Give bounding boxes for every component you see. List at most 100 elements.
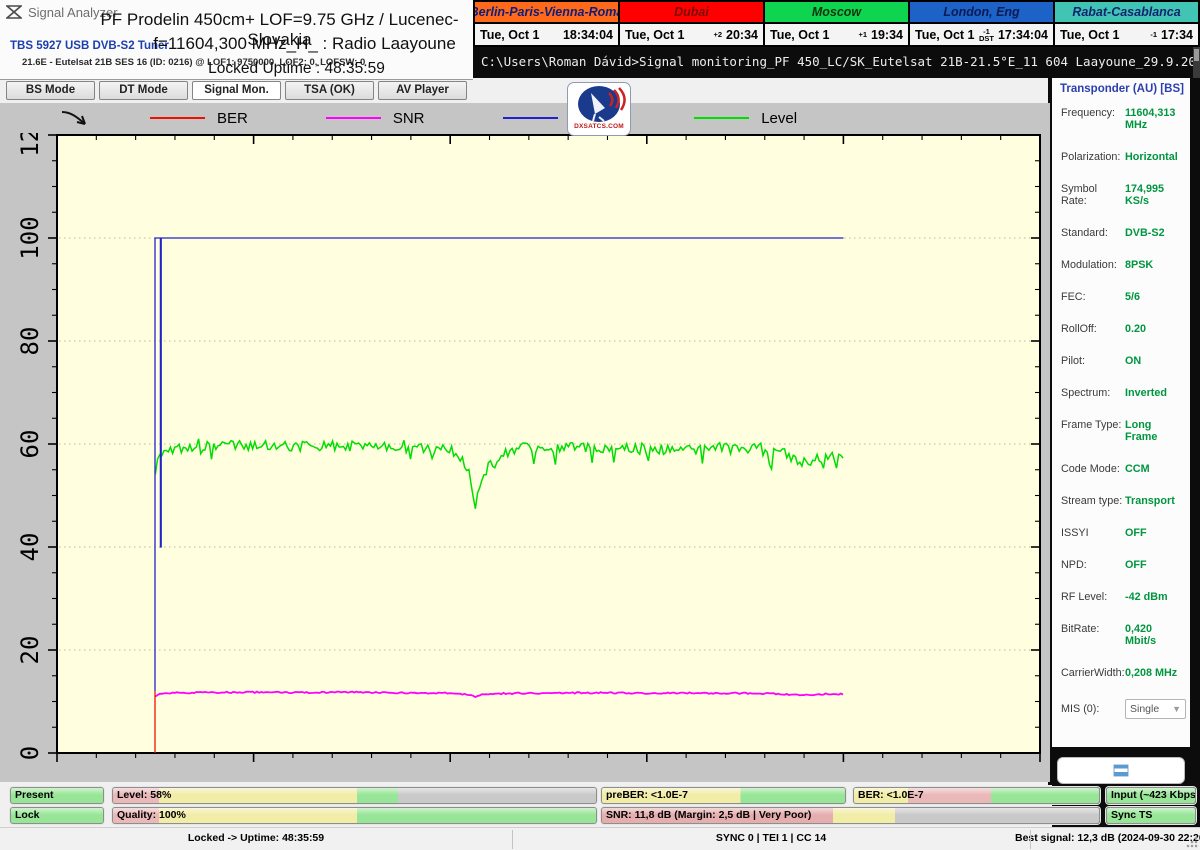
clock-date: Tue, Oct 1 bbox=[625, 28, 713, 42]
parameter-row: FEC: 5/6 bbox=[1052, 291, 1190, 303]
statusbar-divider bbox=[1030, 830, 1031, 849]
meter-label: Input (~423 Kbps) bbox=[1111, 788, 1196, 803]
parameter-row: Frame Type: Long Frame bbox=[1052, 419, 1190, 443]
parameter-value: 5/6 bbox=[1125, 291, 1140, 303]
clock-date: Tue, Oct 1 bbox=[915, 28, 979, 42]
parameter-row: Modulation: 8PSK bbox=[1052, 259, 1190, 271]
dxsatcs-logo: DXSATCS.COM bbox=[567, 82, 631, 136]
parameter-label: Standard: bbox=[1061, 227, 1125, 239]
mis-select[interactable]: Single ▼ bbox=[1125, 699, 1186, 719]
parameter-label: RF Level: bbox=[1061, 591, 1125, 603]
parameter-row: NPD: OFF bbox=[1052, 559, 1190, 571]
cmd-title-bar: C:\Users\Roman Dávid>Signal monitoring_P… bbox=[473, 47, 1200, 78]
parameter-row: CarrierWidth: 0,208 MHz bbox=[1052, 667, 1190, 679]
parameter-label: NPD: bbox=[1061, 559, 1125, 571]
parameter-value: DVB-S2 bbox=[1125, 227, 1165, 239]
present-meter: Present bbox=[10, 787, 104, 804]
legend-line-swatch bbox=[503, 117, 558, 119]
preber-meter: preBER: <1.0E-7 bbox=[601, 787, 846, 804]
parameter-value: -42 dBm bbox=[1125, 591, 1168, 603]
parameter-value: 0,208 MHz bbox=[1125, 667, 1177, 679]
clock-cell: Rabat-Casablanca Tue, Oct 1 -1 17:34 bbox=[1055, 2, 1198, 45]
sync-ts-meter: Sync TS bbox=[1106, 807, 1196, 824]
clock-city: Moscow bbox=[765, 2, 908, 24]
parameter-row: Spectrum: Inverted bbox=[1052, 387, 1190, 399]
clock-date: Tue, Oct 1 bbox=[1060, 28, 1150, 42]
svg-text:80: 80 bbox=[16, 327, 44, 356]
mode-tab[interactable]: TSA (OK) bbox=[285, 81, 374, 100]
statusbar-sync-info: SYNC 0 | TEI 1 | CC 14 bbox=[512, 832, 1030, 844]
clock-date: Tue, Oct 1 bbox=[480, 28, 559, 42]
parameter-value: 0.20 bbox=[1125, 323, 1146, 335]
mode-tab[interactable]: DT Mode bbox=[99, 81, 188, 100]
parameter-row: ISSYI OFF bbox=[1052, 527, 1190, 539]
clock-utc-offset: +2 bbox=[713, 31, 722, 38]
svg-text:100: 100 bbox=[16, 216, 44, 259]
parameter-value: Inverted bbox=[1125, 387, 1167, 399]
header: Signal Analyzer PF Prodelin 450cm+ LOF=9… bbox=[0, 0, 473, 80]
parameter-label: FEC: bbox=[1061, 291, 1125, 303]
mode-tabs: BS ModeDT ModeSignal Mon.TSA (OK)AV Play… bbox=[6, 81, 467, 100]
parameter-label: Pilot: bbox=[1061, 355, 1125, 367]
meter-label: preBER: <1.0E-7 bbox=[606, 788, 688, 803]
parameter-row: RollOff: 0.20 bbox=[1052, 323, 1190, 335]
mis-label: MIS (0): bbox=[1061, 703, 1125, 715]
meter-label: Lock bbox=[15, 808, 40, 823]
statusbar-best-signal: Best signal: 12,3 dB (2024-09-30 22:26) bbox=[1015, 832, 1200, 844]
parameter-label: RollOff: bbox=[1061, 323, 1125, 335]
meter-label: Level: 58% bbox=[117, 788, 171, 803]
signal-plot: 020406080100120 bbox=[0, 133, 1050, 782]
parameter-value: 174,995 KS/s bbox=[1125, 183, 1186, 207]
trend-arrow-icon bbox=[58, 107, 92, 129]
level-meter: Level: 58% bbox=[112, 787, 597, 804]
parameter-row: Pilot: ON bbox=[1052, 355, 1190, 367]
cmd-scrollbar[interactable] bbox=[1193, 47, 1200, 78]
legend-item: BER bbox=[150, 110, 248, 127]
clock-utc-offset: -1 bbox=[1150, 31, 1157, 38]
statusbar-divider bbox=[512, 830, 513, 849]
meter-label: SNR: 11,8 dB (Margin: 2,5 dB | Very Poor… bbox=[606, 808, 811, 823]
parameter-value: OFF bbox=[1125, 527, 1147, 539]
chart-legend: BER SNR Quality Level bbox=[0, 103, 1050, 133]
parameter-value: Transport bbox=[1125, 495, 1175, 507]
parameter-row: Polarization: Horizontal bbox=[1052, 151, 1190, 163]
parameter-value: ON bbox=[1125, 355, 1141, 367]
parameter-value: 8PSK bbox=[1125, 259, 1153, 271]
legend-label: SNR bbox=[393, 110, 425, 127]
save-icon bbox=[1113, 764, 1129, 777]
clock-city: Dubai bbox=[620, 2, 763, 24]
parameter-label: Spectrum: bbox=[1061, 387, 1125, 399]
mode-tab[interactable]: Signal Mon. bbox=[192, 81, 281, 100]
svg-text:60: 60 bbox=[16, 430, 44, 459]
meter-label: Sync TS bbox=[1111, 808, 1152, 823]
cmd-text: C:\Users\Roman Dávid>Signal monitoring_P… bbox=[481, 54, 1200, 69]
satellite-dish-icon bbox=[571, 83, 627, 125]
mode-tab[interactable]: BS Mode bbox=[6, 81, 95, 100]
legend-line-swatch bbox=[326, 117, 381, 119]
parameter-row: Frequency: 11604,313 MHz bbox=[1052, 107, 1190, 131]
meter-label: Quality: 100% bbox=[117, 808, 186, 823]
parameter-label: CarrierWidth: bbox=[1061, 667, 1125, 679]
save-button[interactable] bbox=[1057, 757, 1185, 784]
parameter-label: Stream type: bbox=[1061, 495, 1125, 507]
parameter-value: OFF bbox=[1125, 559, 1147, 571]
parameter-label: Polarization: bbox=[1061, 151, 1125, 163]
clock-utc-offset: +1 bbox=[858, 31, 867, 38]
frequency-title: f=11604,300 MHz_H_ : Radio Laayoune bbox=[140, 34, 469, 54]
snr-meter: SNR: 11,8 dB (Margin: 2,5 dB | Very Poor… bbox=[601, 807, 1100, 824]
legend-label: BER bbox=[217, 110, 248, 127]
svg-text:120: 120 bbox=[16, 133, 44, 157]
parameter-row: Standard: DVB-S2 bbox=[1052, 227, 1190, 239]
clock-time: 19:34 bbox=[871, 28, 903, 42]
ber-meter: BER: <1.0E-7 bbox=[853, 787, 1100, 804]
legend-label: Level bbox=[761, 110, 797, 127]
legend-line-swatch bbox=[150, 117, 205, 119]
mode-tab[interactable]: AV Player bbox=[378, 81, 467, 100]
signal-analyzer-window: Signal Analyzer PF Prodelin 450cm+ LOF=9… bbox=[0, 0, 1200, 850]
legend-line-swatch bbox=[694, 117, 749, 119]
parameter-label: BitRate: bbox=[1061, 623, 1125, 635]
clock-city: London, Eng bbox=[910, 2, 1053, 24]
meter-label: Present bbox=[15, 788, 54, 803]
clock-cell: Moscow Tue, Oct 1 +1 19:34 bbox=[765, 2, 910, 45]
resize-grip[interactable] bbox=[1186, 836, 1198, 848]
